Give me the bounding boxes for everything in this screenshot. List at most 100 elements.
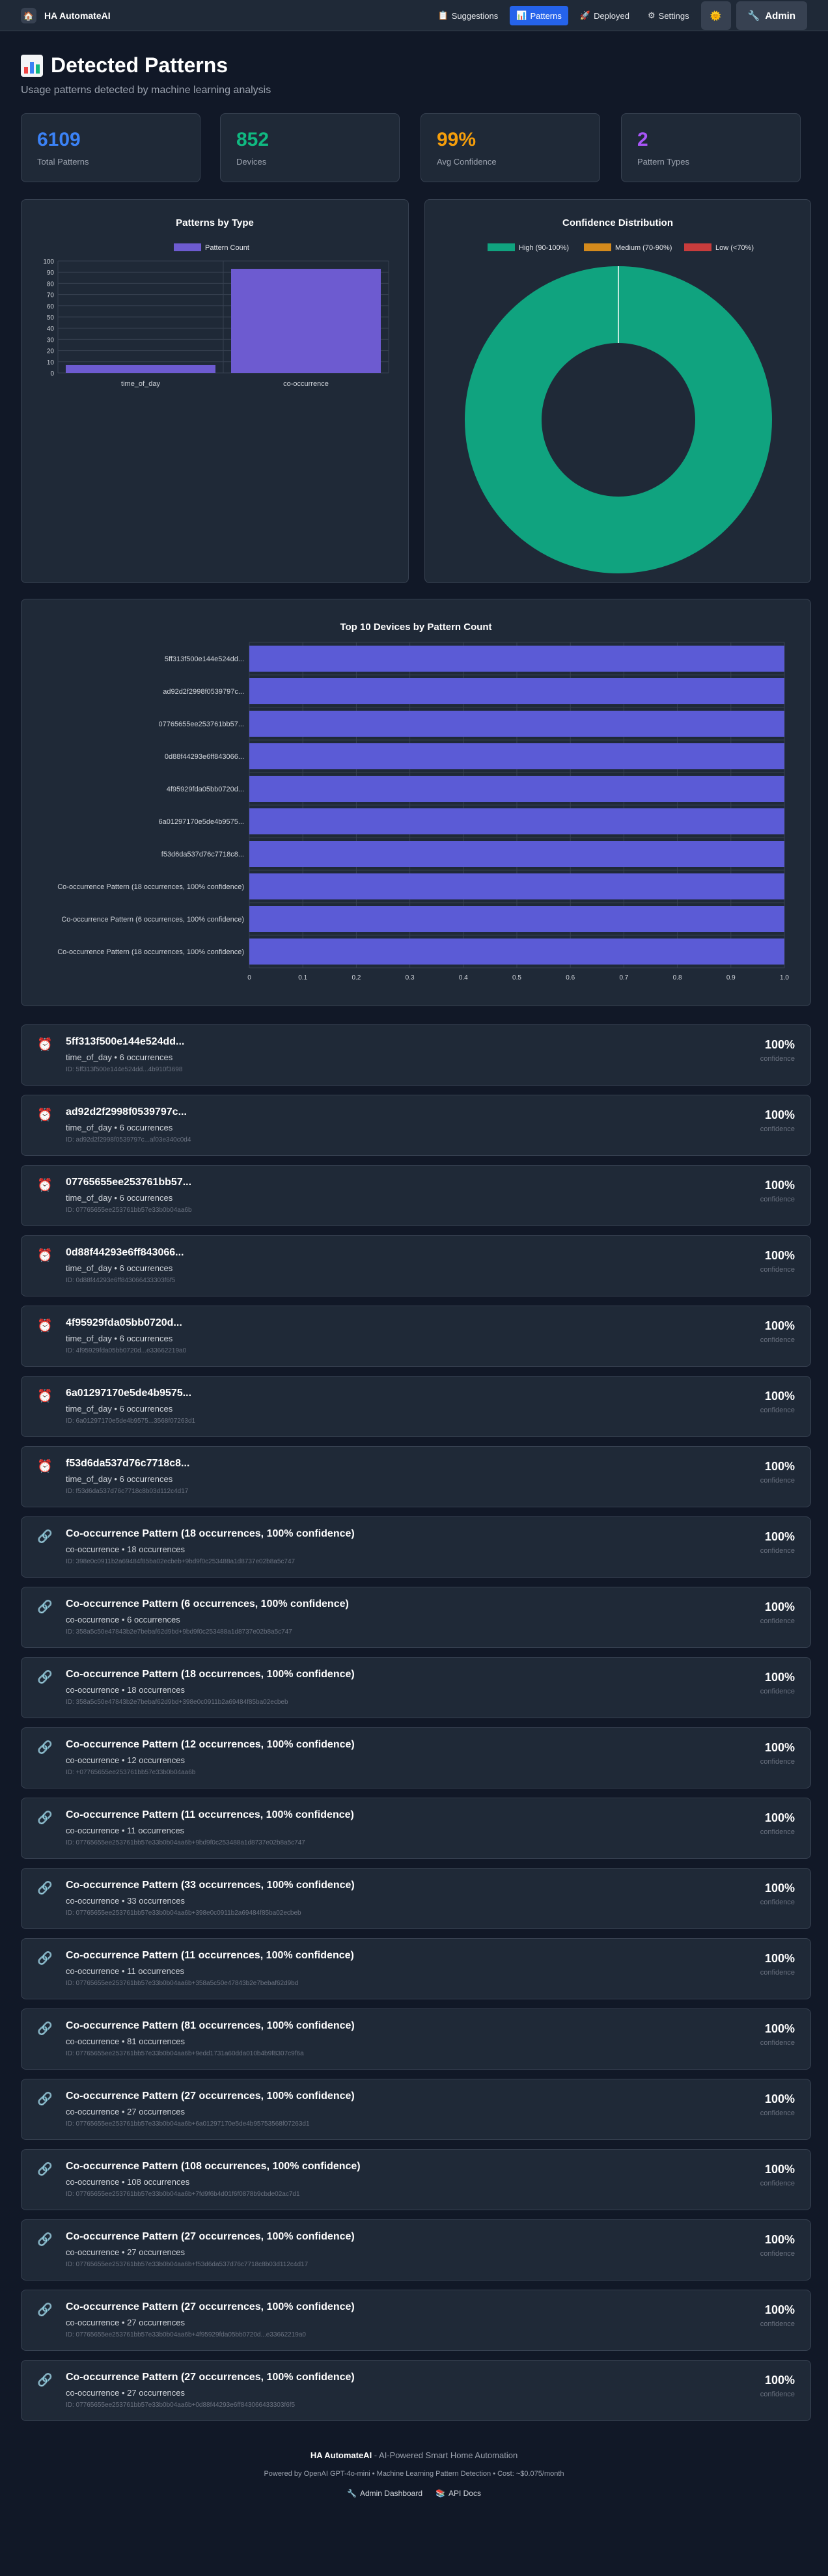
pattern-confidence-value: 100% [764,2022,795,2035]
admin-dashboard-link[interactable]: 🔧 Admin Dashboard [347,2489,422,2498]
pattern-id: ID: 358a5c50e47843b2e7bebaf62d9bd+9bd9f0… [66,1628,292,1636]
stat-card-avg-confidence: 99% Avg Confidence [421,113,600,182]
pattern-id: ID: 07765655ee253761bb57e33b0b04aa6b+6a0… [66,2120,310,2128]
alarm-clock-icon: ⏰ [37,1179,53,1192]
pattern-confidence-value: 100% [764,1741,795,1754]
pattern-confidence-label: confidence [760,2250,795,2258]
bar[interactable] [249,808,784,834]
pattern-id: ID: 07765655ee253761bb57e33b0b04aa6b+0d8… [66,2402,296,2409]
pattern-card[interactable]: 🔗 Co-occurrence Pattern (108 occurrences,… [21,2149,811,2210]
y-tick-label: 80 [47,281,55,288]
nav-deployed-label: Deployed [594,10,629,21]
bar[interactable] [249,678,784,704]
wrench-icon: 🔧 [347,2489,357,2498]
x-tick-label: 0 [247,974,251,981]
bar[interactable] [249,743,784,769]
pattern-id: ID: ad92d2f2998f0539797c...af03e340c0d4 [66,1136,191,1144]
x-tick-label: 0.5 [512,974,521,981]
pattern-name: Co-occurrence Pattern (33 occurrences, 1… [66,1880,355,1891]
theme-toggle-button[interactable]: 🌞 [700,1,731,30]
bar[interactable] [249,776,784,802]
bar[interactable] [231,269,381,373]
admin-button[interactable]: 🔧 Admin [736,1,807,30]
nav-suggestions-button[interactable]: 📋 Suggestions [432,6,505,25]
stat-label: Devices [236,157,267,167]
pattern-card[interactable]: 🔗 Co-occurrence Pattern (27 occurrences, … [21,2079,811,2140]
stat-label: Pattern Types [637,157,689,167]
bar[interactable] [249,939,784,965]
pattern-confidence-value: 100% [764,1249,795,1262]
pattern-confidence-label: confidence [760,1898,795,1906]
alarm-clock-icon: ⏰ [37,1460,53,1473]
pattern-meta: co-occurrence • 11 occurrences [66,1966,185,1976]
bar[interactable] [249,711,784,737]
footer: HA AutomateAI - AI-Powered Smart Home Au… [0,2450,828,2498]
top-devices-chart: 0 0.1 0.2 0.3 0.4 0.5 0.6 0.7 0.8 0.9 1.0 5ff313f50… [57,642,789,981]
pattern-card[interactable]: 🔗 Co-occurrence Pattern (81 occurrences, … [21,2008,811,2070]
bar[interactable] [249,906,784,932]
pattern-id: ID: 5ff313f500e144e524dd...4b910f3698 [66,1066,183,1073]
y-tick-label: 50 [47,314,55,322]
main-nav: 📋 Suggestions 📊 Patterns 🚀 Deployed ⚙ Se… [432,1,807,30]
pattern-card[interactable]: 🔗 Co-occurrence Pattern (33 occurrences, … [21,1868,811,1929]
link-icon: 🔗 [37,2303,53,2317]
pattern-name: Co-occurrence Pattern (108 occurrences, … [66,2161,361,2172]
pattern-card[interactable]: 🔗 Co-occurrence Pattern (27 occurrences, … [21,2290,811,2351]
app-logo[interactable]: 🏠 HA AutomateAI [21,8,111,23]
pattern-confidence-label: confidence [760,2180,795,2187]
pattern-name: Co-occurrence Pattern (12 occurrences, 1… [66,1739,355,1750]
nav-patterns-label: Patterns [530,10,562,21]
x-tick-label: 0.4 [459,974,468,981]
bar[interactable] [249,873,784,899]
bar-chart-icon [21,54,43,77]
y-tick-label: 10 [47,359,55,366]
pattern-card[interactable]: ⏰ 4f95929fda05bb0720d... time_of_day • 6 o… [21,1306,811,1367]
pattern-card[interactable]: 🔗 Co-occurrence Pattern (12 occurrences, … [21,1727,811,1788]
pattern-card[interactable]: ⏰ 07765655ee253761bb57... time_of_day • 6 … [21,1165,811,1226]
api-docs-link[interactable]: 📚 API Docs [435,2489,481,2498]
pattern-card[interactable]: ⏰ 6a01297170e5de4b9575... time_of_day • 6 … [21,1376,811,1437]
stat-value: 99% [437,129,476,150]
y-tick-label: Co-occurrence Pattern (18 occurrences, 1… [57,883,244,891]
pattern-confidence-value: 100% [764,1319,795,1332]
bar[interactable] [66,364,215,373]
legend-label: Pattern Count [205,244,249,252]
pattern-card[interactable]: 🔗 Co-occurrence Pattern (18 occurrences, … [21,1516,811,1578]
pattern-name: Co-occurrence Pattern (18 occurrences, 1… [66,1528,355,1539]
nav-deployed-button[interactable]: 🚀 Deployed [573,6,636,25]
bar[interactable] [249,841,784,867]
y-tick-label: 40 [47,325,55,333]
link-icon: 🔗 [37,1882,53,1895]
nav-patterns-button[interactable]: 📊 Patterns [510,6,568,25]
pattern-card[interactable]: 🔗 Co-occurrence Pattern (6 occurrences, 1… [21,1587,811,1648]
pattern-meta: co-occurrence • 11 occurrences [66,1826,185,1835]
pattern-card[interactable]: 🔗 Co-occurrence Pattern (27 occurrences, … [21,2360,811,2421]
pattern-confidence-label: confidence [760,1055,795,1063]
wrench-icon: 🔧 [747,10,760,21]
pattern-card[interactable]: 🔗 Co-occurrence Pattern (27 occurrences, … [21,2219,811,2281]
patterns-by-type-chart: Pattern Count 0 10 20 30 40 50 60 70 80 90 100 time_… [43,243,389,388]
pattern-card[interactable]: 🔗 Co-occurrence Pattern (11 occurrences, … [21,1938,811,1999]
pattern-confidence-value: 100% [764,1108,795,1121]
pattern-card[interactable]: ⏰ ad92d2f2998f0539797c... time_of_day • 6 … [21,1095,811,1156]
y-tick-label: 0 [50,370,54,377]
pattern-card[interactable]: 🔗 Co-occurrence Pattern (11 occurrences, … [21,1798,811,1859]
pattern-meta: co-occurrence • 6 occurrences [66,1615,180,1624]
pattern-id: ID: 07765655ee253761bb57e33b0b04aa6b+9bd… [66,1839,305,1846]
api-docs-label: API Docs [448,2489,481,2498]
pattern-confidence-label: confidence [760,2039,795,2047]
legend-swatch [174,243,201,251]
pattern-confidence-label: confidence [760,1547,795,1555]
pattern-id: ID: 4f95929fda05bb0720d...e33662219a0 [66,1347,187,1354]
pattern-confidence-value: 100% [764,2233,795,2246]
pattern-card[interactable]: ⏰ 0d88f44293e6ff843066... time_of_day • 6 … [21,1235,811,1296]
pattern-card[interactable]: 🔗 Co-occurrence Pattern (18 occurrences, … [21,1657,811,1718]
pattern-name: 5ff313f500e144e524dd... [66,1036,185,1047]
pattern-card[interactable]: ⏰ 5ff313f500e144e524dd... time_of_day • 6 … [21,1024,811,1086]
x-tick-label: 0.6 [566,974,575,981]
stat-card-devices: 852 Devices [220,113,400,182]
top-devices-panel: Top 10 Devices by Pattern Count 0 0.1 0.2 0… [21,599,811,1006]
pattern-card[interactable]: ⏰ f53d6da537d76c7718c8... time_of_day • 6 … [21,1446,811,1507]
bar[interactable] [249,646,784,672]
nav-settings-button[interactable]: ⚙ Settings [641,6,696,25]
